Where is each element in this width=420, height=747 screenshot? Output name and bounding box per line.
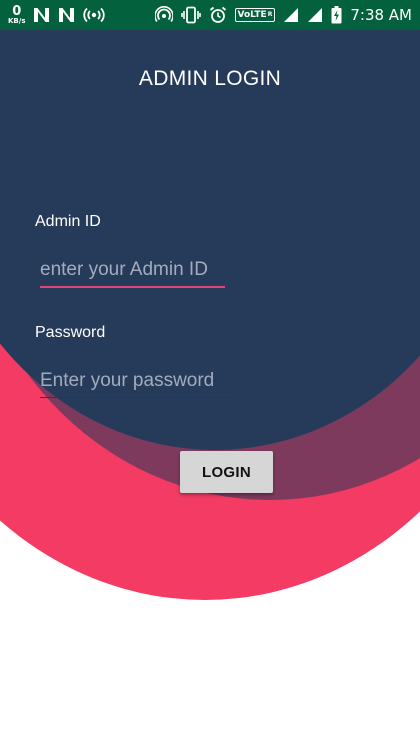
admin-id-input[interactable]: [40, 254, 225, 288]
login-button[interactable]: LOGIN: [180, 451, 273, 493]
password-input[interactable]: [40, 364, 237, 398]
battery-charging-icon: [331, 6, 342, 24]
admin-id-label: Admin ID: [35, 213, 101, 230]
signal-icon: [283, 7, 299, 23]
network-speed: 0 KB/s: [8, 5, 25, 25]
n-notification-icon: [33, 7, 50, 23]
vibrate-icon: [180, 6, 201, 24]
status-bar-left: 0 KB/s: [8, 5, 106, 25]
volte-superscript: R: [267, 11, 273, 18]
n-notification-icon: [58, 7, 75, 23]
clock: 7:38 AM: [350, 6, 412, 24]
password-label: Password: [35, 324, 106, 341]
page-title: ADMIN LOGIN: [138, 67, 282, 90]
signal-icon: [307, 7, 323, 23]
status-bar: 0 KB/s VoLTE R 7:38 AM: [0, 0, 420, 30]
volte-label: VoLTE: [237, 10, 267, 20]
volte-badge: VoLTE R: [234, 8, 276, 22]
status-bar-right: VoLTE R 7:38 AM: [154, 6, 412, 24]
hotspot-icon: [83, 7, 106, 23]
network-speed-unit: KB/s: [8, 17, 26, 25]
alarm-icon: [209, 6, 227, 24]
admin-login-form: ADMIN LOGIN Admin ID Password LOGIN: [0, 30, 420, 747]
wifi-calling-icon: [154, 6, 173, 24]
